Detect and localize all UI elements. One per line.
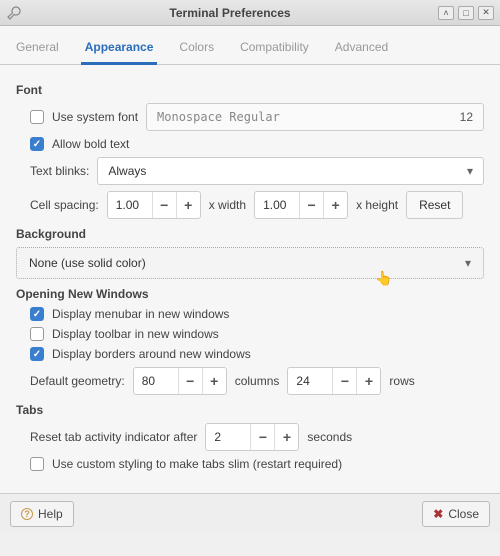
reset-spacing-button[interactable]: Reset (406, 191, 463, 219)
allow-bold-checkbox[interactable] (30, 137, 44, 151)
rows-value: 24 (288, 374, 332, 388)
reset-indicator-plus[interactable]: + (274, 424, 298, 450)
reset-label: Reset (419, 198, 450, 212)
custom-styling-checkbox[interactable] (30, 457, 44, 471)
tab-appearance[interactable]: Appearance (81, 34, 158, 65)
use-system-font-checkbox[interactable] (30, 110, 44, 124)
cell-width-minus[interactable]: − (152, 192, 176, 218)
reset-indicator-value: 2 (206, 430, 250, 444)
use-system-font-label: Use system font (52, 110, 138, 124)
app-icon (6, 5, 22, 21)
new-windows-header: Opening New Windows (16, 287, 484, 301)
rows-plus[interactable]: + (356, 368, 380, 394)
font-name: Monospace Regular (157, 110, 280, 124)
reset-indicator-row: Reset tab activity indicator after 2 − +… (30, 423, 484, 451)
borders-label: Display borders around new windows (52, 347, 251, 361)
panel: Font Use system font Monospace Regular 1… (0, 65, 500, 493)
font-chooser[interactable]: Monospace Regular 12 (146, 103, 484, 131)
window-title: Terminal Preferences (22, 6, 438, 20)
cell-spacing-row: Cell spacing: 1.00 − + x width 1.00 − + … (30, 191, 484, 219)
minimize-button[interactable]: ˄ (438, 6, 454, 20)
menubar-checkbox[interactable] (30, 307, 44, 321)
cell-height-value: 1.00 (255, 198, 299, 212)
footer: ? Help ✖ Close (0, 493, 500, 533)
font-header: Font (16, 83, 484, 97)
cell-width-value: 1.00 (108, 198, 152, 212)
help-icon: ? (21, 508, 33, 520)
columns-label: columns (235, 374, 280, 388)
close-icon: ✖ (433, 507, 443, 521)
help-label: Help (38, 507, 63, 521)
borders-checkbox[interactable] (30, 347, 44, 361)
font-size: 12 (460, 110, 473, 124)
cell-spacing-label: Cell spacing: (30, 198, 99, 212)
use-system-font-row: Use system font Monospace Regular 12 (30, 103, 484, 131)
columns-value: 80 (134, 374, 178, 388)
content: General Appearance Colors Compatibility … (0, 26, 500, 533)
columns-plus[interactable]: + (202, 368, 226, 394)
close-label: Close (448, 507, 479, 521)
titlebar: Terminal Preferences ˄ □ ✕ (0, 0, 500, 26)
menubar-row: Display menubar in new windows (30, 307, 484, 321)
toolbar-label: Display toolbar in new windows (52, 327, 219, 341)
height-label: x height (356, 198, 398, 212)
maximize-button[interactable]: □ (458, 6, 474, 20)
cell-height-minus[interactable]: − (299, 192, 323, 218)
cell-width-spinner[interactable]: 1.00 − + (107, 191, 201, 219)
reset-indicator-minus[interactable]: − (250, 424, 274, 450)
text-blinks-label: Text blinks: (30, 164, 89, 178)
chevron-down-icon: ▾ (467, 164, 473, 178)
close-button[interactable]: ✖ Close (422, 501, 490, 527)
toolbar-row: Display toolbar in new windows (30, 327, 484, 341)
text-blinks-select[interactable]: Always ▾ (97, 157, 484, 185)
tab-advanced[interactable]: Advanced (331, 34, 392, 64)
menubar-label: Display menubar in new windows (52, 307, 229, 321)
geometry-row: Default geometry: 80 − + columns 24 − + … (30, 367, 484, 395)
borders-row: Display borders around new windows (30, 347, 484, 361)
cell-height-plus[interactable]: + (323, 192, 347, 218)
toolbar-checkbox[interactable] (30, 327, 44, 341)
rows-label: rows (389, 374, 414, 388)
allow-bold-label: Allow bold text (52, 137, 129, 151)
seconds-label: seconds (307, 430, 352, 444)
tabbar: General Appearance Colors Compatibility … (0, 26, 500, 65)
background-header: Background (16, 227, 484, 241)
reset-indicator-label: Reset tab activity indicator after (30, 430, 197, 444)
tabs-header: Tabs (16, 403, 484, 417)
geometry-label: Default geometry: (30, 374, 125, 388)
tab-compatibility[interactable]: Compatibility (236, 34, 313, 64)
reset-indicator-spinner[interactable]: 2 − + (205, 423, 299, 451)
rows-minus[interactable]: − (332, 368, 356, 394)
custom-styling-row: Use custom styling to make tabs slim (re… (30, 457, 484, 471)
custom-styling-label: Use custom styling to make tabs slim (re… (52, 457, 342, 471)
rows-spinner[interactable]: 24 − + (287, 367, 381, 395)
columns-spinner[interactable]: 80 − + (133, 367, 227, 395)
tab-colors[interactable]: Colors (175, 34, 218, 64)
columns-minus[interactable]: − (178, 368, 202, 394)
close-window-button[interactable]: ✕ (478, 6, 494, 20)
background-select[interactable]: None (use solid color) ▾ (16, 247, 484, 279)
help-button[interactable]: ? Help (10, 501, 74, 527)
cell-width-plus[interactable]: + (176, 192, 200, 218)
text-blinks-value: Always (108, 164, 146, 178)
width-label: x width (209, 198, 246, 212)
tab-general[interactable]: General (12, 34, 63, 64)
allow-bold-row: Allow bold text (30, 137, 484, 151)
background-value: None (use solid color) (29, 256, 146, 270)
cell-height-spinner[interactable]: 1.00 − + (254, 191, 348, 219)
window-buttons: ˄ □ ✕ (438, 6, 494, 20)
text-blinks-row: Text blinks: Always ▾ (30, 157, 484, 185)
chevron-down-icon: ▾ (465, 256, 471, 270)
